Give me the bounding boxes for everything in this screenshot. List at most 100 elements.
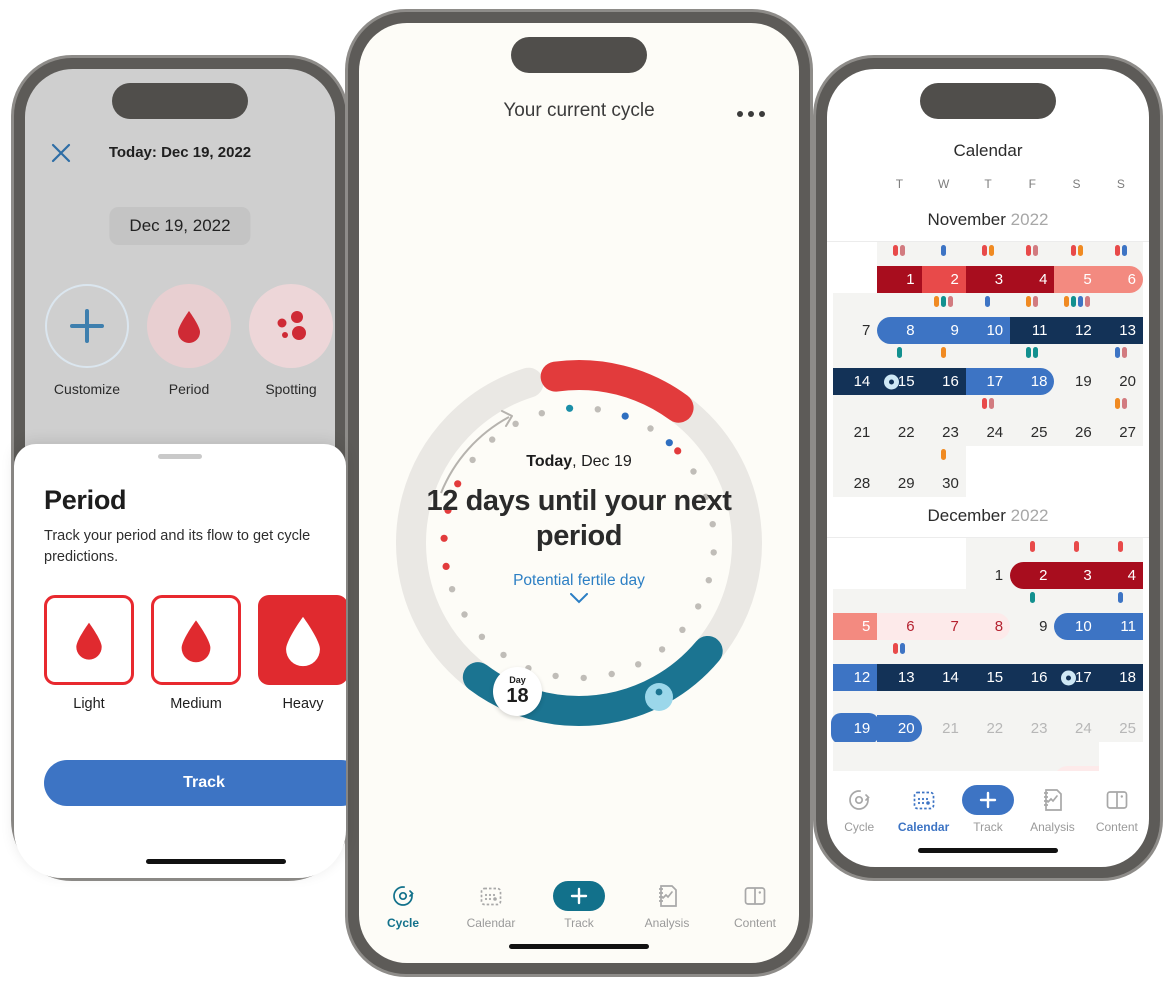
calendar-day-cell[interactable]: 9 bbox=[921, 293, 966, 344]
calendar-day-cell[interactable]: 24 bbox=[965, 395, 1011, 446]
nav-item-cycle[interactable]: Cycle bbox=[359, 881, 447, 930]
weekday-initial: W bbox=[938, 177, 950, 191]
day-pill bbox=[981, 245, 987, 256]
calendar-day-cell[interactable]: 1 bbox=[965, 538, 1011, 589]
nav-item-content[interactable]: Content bbox=[1085, 785, 1149, 834]
track-fab[interactable] bbox=[553, 881, 605, 911]
flow-option-medium[interactable]: Medium bbox=[151, 595, 241, 712]
nav-item-analysis[interactable]: Analysis bbox=[623, 881, 711, 930]
calendar-day-cell[interactable]: 28 bbox=[921, 742, 966, 771]
calendar-day-cell[interactable]: 23 bbox=[1010, 691, 1055, 742]
calendar-day-cell[interactable]: 11 bbox=[1010, 293, 1055, 344]
calendar-day-cell[interactable]: 21 bbox=[921, 691, 966, 742]
calendar-day-cell[interactable]: 26 bbox=[833, 742, 878, 771]
track-fab[interactable] bbox=[962, 785, 1015, 815]
calendar-day-cell[interactable]: 29 bbox=[877, 446, 922, 497]
nav-item-label: Calendar bbox=[897, 820, 950, 834]
calendar-day-cell[interactable]: 4 bbox=[1010, 242, 1055, 293]
nav-item-analysis[interactable]: Analysis bbox=[1020, 785, 1084, 834]
flow-option-heavy[interactable]: Heavy bbox=[258, 595, 346, 712]
nav-item-track[interactable]: Track bbox=[956, 785, 1020, 834]
calendar-day-cell[interactable]: 12 bbox=[1054, 293, 1099, 344]
calendar-day-cell[interactable]: 10 bbox=[965, 293, 1011, 344]
track-button[interactable]: Track bbox=[44, 760, 346, 806]
calendar-day-cell[interactable]: 6 bbox=[1098, 242, 1143, 293]
day-number: 9 bbox=[1039, 618, 1048, 635]
calendar-day-cell[interactable]: 27 bbox=[1098, 395, 1143, 446]
symptom-spotting[interactable]: Spotting bbox=[247, 284, 335, 397]
day-pill bbox=[1077, 245, 1083, 256]
calendar-day-cell[interactable]: 5 bbox=[833, 589, 878, 640]
weekday-initial: S bbox=[1116, 177, 1125, 191]
calendar-day-cell[interactable]: 31 bbox=[1054, 742, 1099, 771]
nav-item-cycle[interactable]: Cycle bbox=[827, 785, 891, 834]
calendar-day-cell[interactable]: 23 bbox=[921, 395, 966, 446]
calendar-day-cell[interactable]: 22 bbox=[965, 691, 1011, 742]
calendar-day-cell[interactable]: 16 bbox=[921, 344, 966, 395]
flow-option-light[interactable]: Light bbox=[44, 595, 134, 712]
calendar-day-cell[interactable]: 18 bbox=[1098, 640, 1143, 691]
nav-item-calendar[interactable]: Calendar bbox=[447, 881, 535, 930]
calendar-day-cell[interactable]: 7 bbox=[833, 293, 878, 344]
symptom-customize[interactable]: Customize bbox=[43, 284, 131, 397]
calendar-day-cell[interactable]: 20 bbox=[1098, 344, 1143, 395]
calendar-day-cell[interactable]: 12 bbox=[833, 640, 878, 691]
calendar-day-cell[interactable]: 8 bbox=[877, 293, 922, 344]
calendar-day-cell[interactable]: 25 bbox=[1010, 395, 1055, 446]
calendar-day-cell[interactable]: 11 bbox=[1098, 589, 1143, 640]
cycle-ring[interactable]: Today, Dec 19 12 days until your next pe… bbox=[381, 345, 777, 741]
calendar-day-cell[interactable]: 19 bbox=[833, 691, 878, 742]
calendar-day-cell[interactable]: 30 bbox=[921, 446, 966, 497]
calendar-day-cell[interactable]: 27 bbox=[877, 742, 922, 771]
day-indicator-number: 18 bbox=[506, 684, 529, 707]
calendar-day-cell[interactable]: 4 bbox=[1098, 538, 1143, 589]
more-horizontal-icon[interactable] bbox=[737, 111, 765, 117]
drag-handle[interactable] bbox=[158, 454, 202, 459]
calendar-day-cell[interactable]: 15 bbox=[965, 640, 1011, 691]
calendar-day-cell[interactable]: 2 bbox=[921, 242, 966, 293]
calendar-day-cell[interactable]: 14 bbox=[921, 640, 966, 691]
calendar-scroll[interactable]: November 2022 1 2 3 4 5 6 7 8 9 10 11 12 13 14 15 16 17 18… bbox=[827, 201, 1149, 771]
calendar-day-cell[interactable]: 17 bbox=[1054, 640, 1099, 691]
page-title: Calendar bbox=[953, 141, 1023, 160]
nav-item-content[interactable]: Content bbox=[711, 881, 799, 930]
calendar-day-cell[interactable]: 28 bbox=[833, 446, 878, 497]
calendar-day-cell[interactable]: 30 bbox=[1010, 742, 1055, 771]
calendar-day-cell[interactable]: 10 bbox=[1054, 589, 1099, 640]
close-icon[interactable] bbox=[49, 141, 73, 165]
calendar-day-cell[interactable]: 5 bbox=[1054, 242, 1099, 293]
fertile-day-link[interactable]: Potential fertile day bbox=[381, 572, 777, 590]
calendar-day-cell[interactable]: 16 bbox=[1010, 640, 1055, 691]
calendar-day-cell[interactable]: 13 bbox=[1098, 293, 1143, 344]
day-pill bbox=[893, 245, 899, 256]
calendar-day-cell[interactable]: 18 bbox=[1010, 344, 1055, 395]
calendar-day-cell[interactable]: 1 bbox=[877, 242, 922, 293]
calendar-day-cell[interactable]: 3 bbox=[1054, 538, 1099, 589]
day-indicator[interactable]: Day 18 bbox=[493, 667, 542, 716]
calendar-day-cell[interactable]: 21 bbox=[833, 395, 878, 446]
calendar-day-cell[interactable]: 15 bbox=[877, 344, 922, 395]
calendar-day-cell[interactable]: 26 bbox=[1054, 395, 1099, 446]
calendar-day-cell[interactable]: 22 bbox=[877, 395, 922, 446]
calendar-day-cell[interactable]: 17 bbox=[965, 344, 1011, 395]
calendar-day-cell[interactable]: 20 bbox=[877, 691, 922, 742]
chevron-down-icon[interactable] bbox=[381, 591, 777, 609]
nav-item-track[interactable]: Track bbox=[535, 881, 623, 930]
calendar-day-cell[interactable]: 13 bbox=[877, 640, 922, 691]
home-indicator bbox=[509, 944, 649, 949]
calendar-day-cell[interactable]: 8 bbox=[965, 589, 1011, 640]
calendar-day-cell[interactable]: 29 bbox=[965, 742, 1011, 771]
calendar-day-cell[interactable]: 24 bbox=[1054, 691, 1099, 742]
calendar-day-cell[interactable]: 25 bbox=[1098, 691, 1143, 742]
calendar-day-cell[interactable]: 7 bbox=[921, 589, 966, 640]
symptom-period[interactable]: Period bbox=[145, 284, 233, 397]
calendar-day-cell[interactable]: 3 bbox=[965, 242, 1011, 293]
day-pills bbox=[877, 347, 921, 358]
calendar-day-cell[interactable]: 19 bbox=[1054, 344, 1099, 395]
calendar-day-cell[interactable]: 6 bbox=[877, 589, 922, 640]
calendar-day-cell[interactable]: 14 bbox=[833, 344, 878, 395]
calendar-day-cell[interactable]: 2 bbox=[1010, 538, 1055, 589]
calendar-day-cell[interactable]: 9 bbox=[1010, 589, 1055, 640]
nav-item-calendar[interactable]: Calendar bbox=[891, 785, 955, 834]
date-chip[interactable]: Dec 19, 2022 bbox=[109, 207, 251, 245]
